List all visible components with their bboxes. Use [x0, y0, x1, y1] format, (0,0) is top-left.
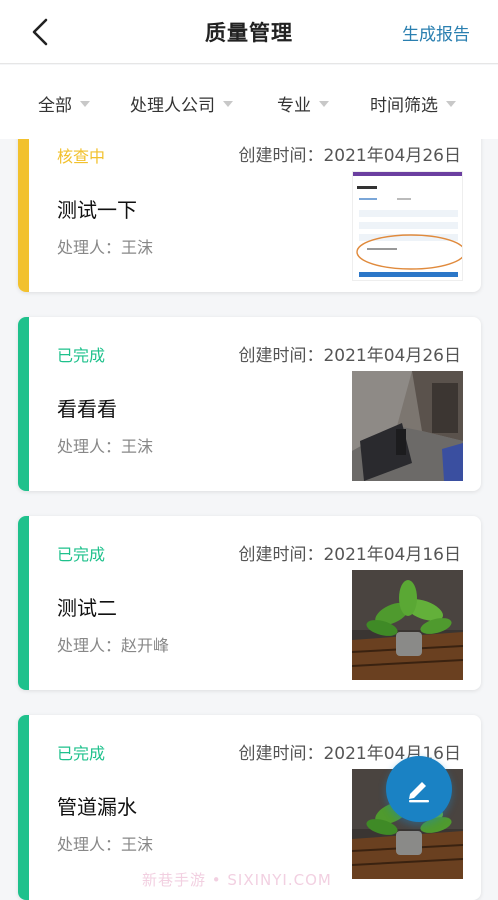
pencil-icon [409, 782, 429, 803]
chevron-left-icon [32, 18, 48, 46]
filter-label: 全部 [38, 96, 72, 116]
status-color-bar [18, 715, 29, 900]
status-color-bar [18, 317, 29, 491]
record-title: 测试一下 [57, 198, 137, 222]
filter-bar: 全部 处理人公司 专业 时间筛选 [0, 65, 498, 139]
caret-down-icon [80, 100, 90, 107]
filter-specialty[interactable]: 专业 [277, 91, 329, 116]
status-badge: 核查中 [57, 147, 106, 166]
caret-down-icon [446, 100, 456, 107]
record-card[interactable]: 已完成 创建时间：2021年04月26日 看看看 处理人：王沫 [18, 317, 481, 491]
handler-name: 处理人：王沫 [57, 437, 154, 456]
record-card[interactable]: 核查中 创建时间：2021年04月26日 测试一下 处理人：王沫 [18, 139, 481, 292]
top-nav-bar: 质量管理 生成报告 [0, 0, 498, 64]
status-color-bar [18, 516, 29, 690]
handler-name: 处理人：王沫 [57, 835, 154, 854]
caret-down-icon [319, 100, 329, 107]
record-title: 管道漏水 [57, 795, 137, 819]
created-date: 创建时间：2021年04月26日 [238, 146, 461, 166]
caret-down-icon [223, 100, 233, 107]
filter-all[interactable]: 全部 [38, 91, 90, 116]
office-photo-image [352, 371, 463, 481]
status-badge: 已完成 [57, 744, 106, 763]
plant-photo-image [352, 570, 463, 680]
record-title: 测试二 [57, 596, 117, 620]
status-badge: 已完成 [57, 545, 106, 564]
form-screenshot-image [353, 172, 462, 280]
watermark: 新巷手游 • SIXINYI.COM [142, 871, 332, 889]
handler-name: 处理人：王沫 [57, 238, 154, 257]
filter-label: 时间筛选 [370, 96, 438, 116]
back-button[interactable] [22, 14, 58, 50]
generate-report-button[interactable]: 生成报告 [402, 20, 470, 45]
handler-name: 处理人：赵开峰 [57, 636, 170, 655]
record-thumbnail[interactable] [352, 371, 463, 481]
filter-label: 专业 [277, 96, 311, 116]
filter-handler-company[interactable]: 处理人公司 [130, 91, 233, 116]
created-date: 创建时间：2021年04月16日 [238, 545, 461, 565]
record-card[interactable]: 已完成 创建时间：2021年04月16日 测试二 处理人：赵开峰 [18, 516, 481, 690]
page-title: 质量管理 [205, 20, 293, 45]
status-color-bar [18, 139, 29, 292]
record-thumbnail[interactable] [352, 570, 463, 680]
record-title: 看看看 [57, 397, 117, 421]
filter-label: 处理人公司 [130, 96, 215, 116]
filter-time[interactable]: 时间筛选 [370, 91, 456, 116]
created-date: 创建时间：2021年04月26日 [238, 346, 461, 366]
record-thumbnail[interactable] [352, 171, 463, 281]
create-record-button[interactable] [386, 756, 452, 822]
status-badge: 已完成 [57, 346, 106, 365]
